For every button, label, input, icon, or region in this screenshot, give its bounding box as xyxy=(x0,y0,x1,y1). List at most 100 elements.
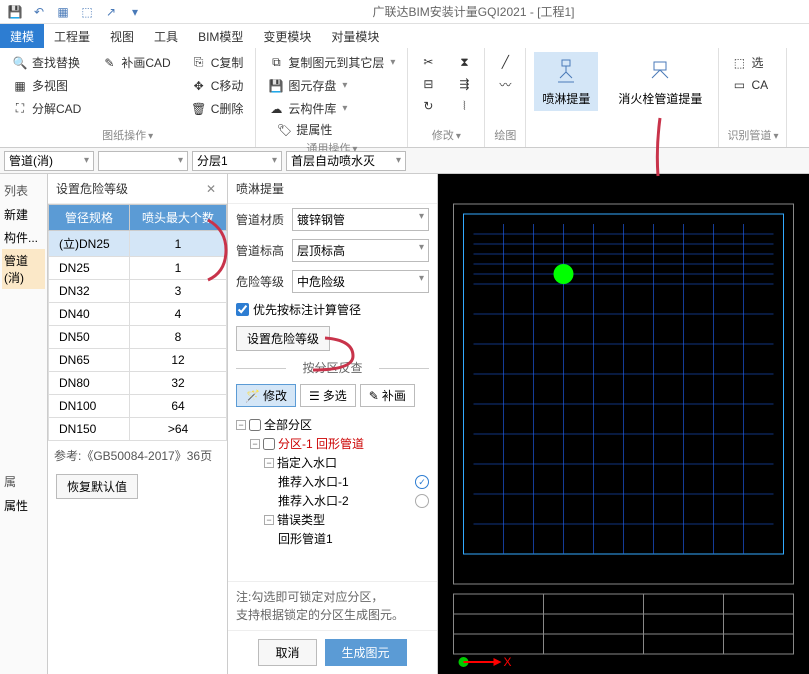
table-row[interactable]: DN8032 xyxy=(49,372,227,395)
rotate-icon: ↻ xyxy=(420,98,436,114)
polyline-button[interactable]: 〰 xyxy=(493,74,517,94)
pipe-selector[interactable]: 管道(消) xyxy=(4,151,94,171)
align-icon: ⊟ xyxy=(420,76,436,92)
collapse-icon[interactable]: − xyxy=(236,420,246,430)
table-row[interactable]: (立)DN251 xyxy=(49,231,227,257)
menu-change[interactable]: 变更模块 xyxy=(253,24,321,48)
modify-label[interactable]: 修改 xyxy=(416,127,476,143)
copy-to-layer-button[interactable]: ⧉复制图元到其它层 xyxy=(264,52,399,73)
risk-panel-title: 设置危险等级 xyxy=(56,180,128,197)
multi-icon: ☰ xyxy=(309,389,320,403)
menu-compare[interactable]: 对量模块 xyxy=(321,24,389,48)
component-item[interactable]: 构件... xyxy=(2,226,45,249)
menu-quantity[interactable]: 工程量 xyxy=(44,24,100,48)
mirror-icon: ⧗ xyxy=(456,54,472,70)
left-sidebar: 列表 新建 构件... 管道(消) 属 属性 xyxy=(0,174,48,674)
seg-fill-button[interactable]: ✎补画 xyxy=(360,384,415,407)
c-move-button[interactable]: ✥C移动 xyxy=(187,75,248,96)
check-icon: ✓ xyxy=(415,475,429,489)
c-delete-button[interactable]: 🗑C删除 xyxy=(187,98,248,119)
align-button[interactable]: ⊟ xyxy=(416,74,440,94)
table-row[interactable]: DN323 xyxy=(49,280,227,303)
main-area: 列表 新建 构件... 管道(消) 属 属性 设置危险等级 ✕ 管径规格 喷头最… xyxy=(0,174,809,674)
material-label: 管道材质 xyxy=(236,211,286,228)
sprinkler-icon xyxy=(550,56,582,88)
export-icon[interactable]: ↗ xyxy=(102,3,120,21)
save-icon[interactable]: 💾 xyxy=(6,3,24,21)
generate-button[interactable]: 生成图元 xyxy=(325,639,407,666)
wand-icon: 🪄 xyxy=(245,389,260,403)
quick-access-toolbar: 💾 ↶ ▦ ⬚ ↗ ▾ xyxy=(6,3,144,21)
set-risk-button[interactable]: 设置危险等级 xyxy=(236,326,330,351)
empty-selector[interactable] xyxy=(98,151,188,171)
cloud-lib-button[interactable]: ☁云构件库 xyxy=(264,98,399,119)
auto-selector[interactable]: 首层自动喷水灭 xyxy=(286,151,406,171)
seg-modify-button[interactable]: 🪄修改 xyxy=(236,384,296,407)
menu-model[interactable]: 建模 xyxy=(0,24,44,48)
ribbon-group-draw: ╱ 〰 绘图 xyxy=(485,48,526,147)
close-icon[interactable]: ✕ xyxy=(203,182,219,196)
menu-view[interactable]: 视图 xyxy=(100,24,144,48)
zone-section-title: 按分区反查 xyxy=(228,355,437,380)
hydrant-icon xyxy=(644,56,676,88)
table-row[interactable]: DN508 xyxy=(49,326,227,349)
rotate-button[interactable]: ↻ xyxy=(416,96,440,116)
table-row[interactable]: DN404 xyxy=(49,303,227,326)
seg-multi-button[interactable]: ☰多选 xyxy=(300,384,356,407)
find-replace-button[interactable]: 🔍查找替换 xyxy=(8,52,85,73)
svg-text:X: X xyxy=(504,655,512,669)
hydrant-extract-button[interactable]: 消火栓管道提量 xyxy=(610,52,710,111)
menu-bim[interactable]: BIM模型 xyxy=(188,24,253,48)
attr-item[interactable]: 属性 xyxy=(2,494,45,517)
table-row[interactable]: DN251 xyxy=(49,257,227,280)
pipe-item[interactable]: 管道(消) xyxy=(2,249,45,289)
offset-icon: ⇶ xyxy=(456,76,472,92)
table-row[interactable]: DN150>64 xyxy=(49,418,227,441)
all-zones-checkbox[interactable] xyxy=(249,419,261,431)
line-icon: ╱ xyxy=(497,54,513,70)
search-icon: 🔍 xyxy=(12,55,28,71)
break-button[interactable]: ⦚ xyxy=(452,96,476,116)
identify-pipe-label[interactable]: 识别管道 xyxy=(727,127,778,143)
restore-default-button[interactable]: 恢复默认值 xyxy=(56,474,138,499)
undo-icon[interactable]: ↶ xyxy=(30,3,48,21)
offset-button[interactable]: ⇶ xyxy=(452,74,476,94)
collapse-icon[interactable]: − xyxy=(264,515,274,525)
grid-icon[interactable]: ▦ xyxy=(54,3,72,21)
multi-view-button[interactable]: ▦多视图 xyxy=(8,75,85,96)
priority-checkbox[interactable] xyxy=(236,303,249,316)
elevation-select[interactable]: 层顶标高 xyxy=(292,239,429,262)
ribbon-group-extract: 喷淋提量 消火栓管道提量 xyxy=(526,48,718,147)
new-item[interactable]: 新建 xyxy=(2,203,45,226)
trim-button[interactable]: ✂ xyxy=(416,52,440,72)
cancel-button[interactable]: 取消 xyxy=(258,639,316,666)
list-label: 列表 xyxy=(2,178,45,203)
fill-cad-button[interactable]: ✎补画CAD xyxy=(97,52,174,73)
app-title: 广联达BIM安装计量GQI2021 - [工程1] xyxy=(144,3,803,20)
line-button[interactable]: ╱ xyxy=(493,52,517,72)
circle-icon xyxy=(415,494,429,508)
region-icon[interactable]: ⬚ xyxy=(78,3,96,21)
zone1-checkbox[interactable] xyxy=(263,438,275,450)
menu-tools[interactable]: 工具 xyxy=(144,24,188,48)
layer-selector[interactable]: 分层1 xyxy=(192,151,282,171)
collapse-icon[interactable]: − xyxy=(264,458,274,468)
drawing-ops-label[interactable]: 图纸操作 xyxy=(8,127,247,143)
table-row[interactable]: DN6512 xyxy=(49,349,227,372)
set-attr-button[interactable]: 🏷提属性 xyxy=(272,119,399,140)
more-icon[interactable]: ▾ xyxy=(126,3,144,21)
risk-select[interactable]: 中危险级 xyxy=(292,270,429,293)
c-copy-button[interactable]: ⎘C复制 xyxy=(187,52,248,73)
ribbon-group-general: ⧉复制图元到其它层 💾图元存盘 ☁云构件库 🏷提属性 通用操作 xyxy=(256,48,408,147)
material-select[interactable]: 镀锌钢管 xyxy=(292,208,429,231)
select-button[interactable]: ⬚选 xyxy=(727,52,778,73)
spray-extract-button[interactable]: 喷淋提量 xyxy=(534,52,598,111)
ribbon-group-drawing: 🔍查找替换 ▦多视图 ⛶分解CAD ✎补画CAD ⎘C复制 ✥C移动 🗑C删除 … xyxy=(0,48,256,147)
element-save-button[interactable]: 💾图元存盘 xyxy=(264,75,399,96)
table-row[interactable]: DN10064 xyxy=(49,395,227,418)
mirror-button[interactable]: ⧗ xyxy=(452,52,476,72)
collapse-icon[interactable]: − xyxy=(250,439,260,449)
cad-button[interactable]: ▭CA xyxy=(727,75,778,95)
split-cad-button[interactable]: ⛶分解CAD xyxy=(8,98,85,119)
cad-viewport[interactable]: X xyxy=(438,174,809,674)
